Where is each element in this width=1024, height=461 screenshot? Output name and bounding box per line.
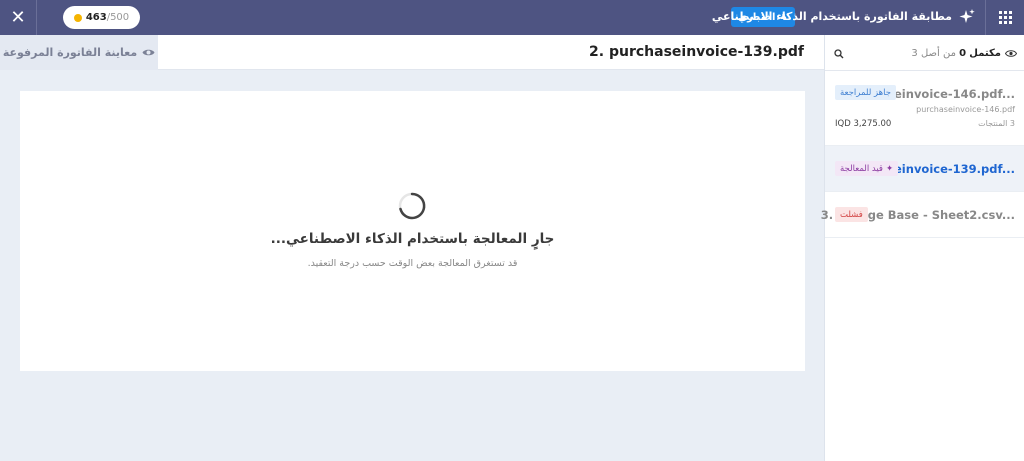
invoice-amount: IQD 3,275.00 — [835, 119, 892, 129]
divider — [36, 0, 37, 35]
document-title: 2. purchaseinvoice-139.pdf — [589, 44, 804, 60]
file-item[interactable]: 2. aseinvoice-139.pdf... ✦ قيد المعالجة — [825, 146, 1024, 192]
status-badge: فشلت — [835, 207, 868, 222]
app-title: مطابقة الفاتورة باستخدام الذكاء الاصطناع… — [711, 10, 952, 23]
processing-title: جارٍ المعالجة باستخدام الذكاء الاصطناعي.… — [270, 231, 555, 247]
close-button[interactable]: ✕ — [0, 0, 36, 35]
file-subname: purchaseinvoice-146.pdf — [916, 105, 1015, 114]
grid-icon — [998, 11, 1012, 24]
credits-total: /500 — [106, 12, 130, 23]
processing-panel: جارٍ المعالجة باستخدام الذكاء الاصطناعي.… — [20, 91, 805, 371]
sidebar-header: مكتمل 0 من أصل 3 — [825, 35, 1024, 71]
status-label: قيد المعالجة — [840, 163, 883, 174]
eye-icon — [142, 49, 155, 56]
loading-spinner-icon — [398, 192, 426, 220]
file-item[interactable]: 1. haseinvoice-146.pdf... جاهز للمراجعة … — [825, 71, 1024, 146]
progress-done-count: 0 — [959, 48, 967, 59]
progress-done-label: مكتمل — [969, 48, 1001, 59]
apps-menu-button[interactable] — [986, 0, 1024, 35]
search-icon[interactable] — [834, 49, 844, 59]
progress-of-label: من أصل 3 — [911, 48, 956, 59]
top-bar: ✕ 463 /500 ♟ اختباري مطابقة الفاتورة باس… — [0, 0, 1024, 35]
credits-used: 463 — [85, 12, 107, 23]
document-header: 2. purchaseinvoice-139.pdf — [158, 35, 824, 70]
sparkle-icon: ✦ — [885, 163, 894, 174]
processing-subtitle: قد تستغرق المعالجة بعض الوقت حسب درجة ال… — [307, 258, 518, 269]
coin-icon — [73, 13, 82, 22]
status-badge: جاهز للمراجعة — [835, 85, 896, 100]
status-badge: ✦ قيد المعالجة — [835, 161, 899, 176]
preview-uploaded-invoice-tab[interactable]: معاينة الفاتورة المرفوعة — [0, 35, 158, 70]
progress-label: مكتمل 0 من أصل 3 — [911, 48, 1017, 59]
file-item[interactable]: 3. wledge Base - Sheet2.csv... فشلت — [821, 192, 1024, 238]
products-count: 3 المنتجات — [978, 119, 1015, 128]
preview-tab-label: معاينة الفاتورة المرفوعة — [2, 46, 138, 59]
eye-icon — [1005, 50, 1017, 57]
file-list-sidebar: مكتمل 0 من أصل 3 1. haseinvoice-146.pdf.… — [821, 35, 1024, 461]
close-icon: ✕ — [10, 7, 26, 28]
credits-badge: 463 /500 — [63, 6, 140, 29]
sparkle-icon — [959, 9, 975, 23]
